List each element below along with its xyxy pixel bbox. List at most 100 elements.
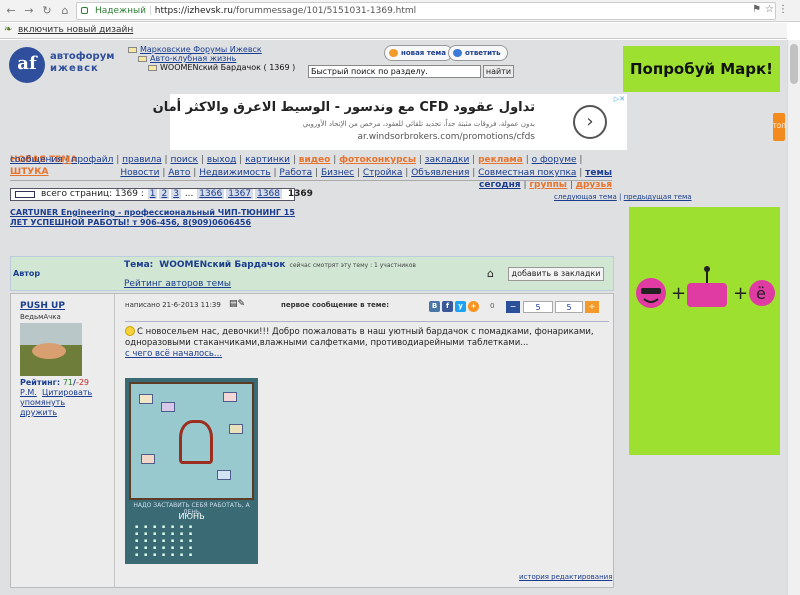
address-bar[interactable]: Надежный | https://izhevsk.ru/forummessa… [76, 2, 776, 20]
side-tab-top[interactable]: ТОП [773, 113, 786, 141]
svg-text:+: + [671, 283, 686, 304]
post-column-divider [114, 294, 115, 587]
post-body: С новосельем нас, девочки!!! Добро пожал… [125, 327, 594, 348]
nav-bookmarks[interactable]: закладки [425, 155, 470, 165]
forum-search-input[interactable]: Быстрый поиск по разделу. [308, 65, 481, 78]
nav-construction[interactable]: Стройка [363, 168, 403, 178]
nav-business[interactable]: Бизнес [321, 168, 354, 178]
authors-rating-link[interactable]: Рейтинг авторов темы [124, 279, 231, 289]
reload-icon[interactable]: ↻ [40, 4, 54, 18]
calendar-image[interactable]: НАДО ЗАСТАВИТЬ СЕБЯ РАБОТАТЬ, А ЛЕНЬ ИЮН… [125, 378, 258, 564]
home-icon[interactable]: ⌂ [58, 4, 72, 18]
plus-share-icon[interactable]: + [468, 301, 479, 312]
page-link[interactable]: 3 [171, 189, 181, 199]
folder-icon [128, 46, 137, 53]
nav-news[interactable]: Новости [120, 168, 159, 178]
browser-toolbar: ← → ↻ ⌂ Надежный | https://izhevsk.ru/fo… [0, 0, 800, 22]
page-link[interactable]: 1366 [197, 189, 225, 199]
cartuner-line2: ЛЕТ УСПЕШНОЙ РАБОТЫ! т 906-456, 8(909)06… [10, 218, 252, 227]
forum-nav-primary: НОВАЯ ТЕМА сообщения | профайл | правила… [10, 154, 612, 177]
nav-group-buy[interactable]: Совместная покупка [478, 168, 576, 178]
nav-messages[interactable]: сообщения [10, 155, 63, 165]
topic-header: Автор Тема: WOOMENский Бардачок сейчас смо… [10, 256, 614, 291]
breadcrumb-topic: WOOMENский Бардачок ( 1369 ) [148, 63, 295, 72]
nav-about[interactable]: о форуме [532, 155, 577, 165]
nav-realty[interactable]: Недвижимость [199, 168, 270, 178]
new-topic-button[interactable]: новая тема [384, 45, 453, 61]
nav-logout[interactable]: выход [207, 155, 236, 165]
avatar[interactable] [20, 323, 82, 376]
nav-friends[interactable]: друзья [576, 180, 612, 190]
vote-down-button[interactable]: − [506, 301, 520, 313]
enable-new-design-link[interactable]: включить новый дизайн [18, 25, 133, 35]
pagination: всего страниц: 1369 : 123 ... 1366 1367 13… [10, 188, 313, 201]
nav-groups[interactable]: группы [529, 180, 567, 190]
reply-button[interactable]: ответить [448, 45, 508, 61]
calendar-grid: ▪ ▪ ▪ ▪ ▪ ▪ ▪ ▪ ▪ ▪ ▪ ▪ ▪ ▪ ▪ ▪ ▪ ▪ ▪ ▪ ▪ ▪… [135, 524, 195, 558]
vk-share-icon[interactable]: В [429, 301, 440, 312]
search-button[interactable]: найти [483, 65, 514, 78]
page-link[interactable]: 1368 [255, 189, 282, 199]
add-bookmark-button[interactable]: добавить в закладки [508, 267, 604, 281]
url-path: /forummessage/101/5151031-1369.html [233, 6, 417, 16]
author-rating: Рейтинг: 71/-29 [20, 378, 90, 387]
private-message-link[interactable]: Р.М. [20, 388, 37, 397]
nav-video[interactable]: видео [299, 155, 331, 165]
tall-ad-banner[interactable]: + + ё [629, 207, 780, 455]
nav-jobs[interactable]: Работа [279, 168, 312, 178]
author-column-label: Автор [13, 269, 41, 278]
quote-link[interactable]: Цитировать [42, 388, 92, 397]
mark-ad-banner[interactable]: Попробуй Марк! [623, 46, 780, 92]
prev-topic-link[interactable]: предыдущая тема [624, 193, 692, 201]
back-icon[interactable]: ← [4, 4, 18, 18]
forum-post: PUSH UP ВедьмАчка Рейтинг: 71/-29 Р.М. Ц… [10, 293, 614, 588]
mention-link[interactable]: упомянуть [20, 398, 65, 407]
twitter-share-icon[interactable]: у [455, 301, 466, 312]
secure-label: Надежный [95, 6, 146, 16]
cfd-ad-banner[interactable]: ▷✕ تداول عقوود CFD مع وندسور - الوسيط ال… [153, 94, 627, 150]
post-divider [125, 321, 609, 322]
reply-icon [453, 49, 462, 57]
nav-rules[interactable]: правила [122, 155, 162, 165]
folder-icon [148, 64, 157, 71]
viewers-count: сейчас смотрят эту тему : 1 участников [289, 262, 416, 269]
nav-photo-contests[interactable]: фотоконкурсы [339, 155, 416, 165]
nav-ads[interactable]: реклама [478, 155, 523, 165]
vote-score-a: 5 [523, 301, 553, 313]
vote-up-button[interactable]: + [585, 301, 599, 313]
forward-icon[interactable]: → [22, 4, 36, 18]
breadcrumb-section[interactable]: Авто-клубная жизнь [138, 54, 236, 63]
nav-shtuka[interactable]: ШТУКА [10, 167, 49, 177]
nav-pictures[interactable]: картинки [245, 155, 290, 165]
logo-line2: ижевск [50, 63, 99, 74]
forum-nav-secondary: Новости | Авто | Недвижимость | Работа |… [120, 168, 612, 190]
nav-profile[interactable]: профайл [71, 155, 113, 165]
page-link[interactable]: 1 [147, 189, 158, 199]
post-action-icons[interactable]: ▤✎ [229, 299, 245, 309]
calendar-month: ИЮНЬ [178, 512, 205, 521]
topic-title: Тема: WOOMENский Бардачок сейчас смотрят э… [124, 260, 416, 270]
scrollbar[interactable] [787, 40, 800, 595]
forum-logo[interactable]: af [9, 47, 45, 83]
facebook-share-icon[interactable]: f [442, 301, 453, 312]
nav-auto[interactable]: Авто [168, 168, 190, 178]
page-link[interactable]: 2 [159, 189, 170, 199]
breadcrumb-forums[interactable]: Марковские Форумы Ижевск [128, 45, 262, 54]
page-link[interactable]: 1367 [226, 189, 254, 199]
edit-history-link[interactable]: история редактирования [519, 573, 612, 581]
nav-search[interactable]: поиск [170, 155, 198, 165]
post-author[interactable]: PUSH UP [20, 301, 65, 311]
logo-line1: автофорум [50, 51, 115, 62]
nav-classifieds[interactable]: Объявления [411, 168, 469, 178]
befriend-link[interactable]: дружить [20, 408, 57, 417]
ad-choices-icon[interactable]: ▷✕ [614, 95, 625, 103]
cfd-headline: تداول عقوود CFD مع وندسور - الوسيط الاعر… [152, 100, 535, 115]
read-origin-link[interactable]: с чего всё началось... [125, 349, 222, 359]
scrollbar-thumb[interactable] [790, 44, 798, 84]
next-topic-link[interactable]: следующая тема [554, 193, 617, 201]
extension-icons[interactable]: ⚑☆⋮ [752, 4, 792, 15]
current-page: 1369 [287, 189, 313, 199]
cartuner-ad-link[interactable]: CARTUNER Engineering - профессиональный … [10, 208, 295, 228]
pencil-icon [389, 49, 398, 57]
chevron-right-icon[interactable]: › [573, 105, 607, 139]
